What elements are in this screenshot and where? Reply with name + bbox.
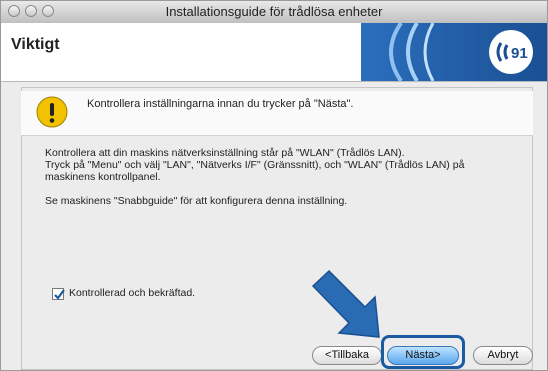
page-title: Viktigt (11, 36, 60, 53)
instructions: Kontrollera att din maskins nätverksinst… (45, 147, 515, 207)
instruction-line-2: Tryck på "Menu" och välj "LAN", "Nätverk… (45, 159, 465, 171)
page-header: Viktigt 91 (1, 23, 547, 82)
warning-text: Kontrollera inställningarna innan du try… (87, 98, 354, 110)
installer-window: Installationsguide för trådlösa enheter … (0, 0, 548, 371)
warning-icon (36, 96, 68, 128)
confirmed-checkbox[interactable] (52, 288, 65, 300)
instruction-line-1: Kontrollera att din maskins nätverksinst… (45, 147, 405, 159)
confirmed-checkbox-label[interactable]: Kontrollerad och bekräftad. (69, 287, 195, 299)
title-bar: Installationsguide för trådlösa enheter (1, 1, 547, 24)
svg-text:91: 91 (511, 45, 528, 62)
instruction-line-3: maskinens kontrollpanel. (45, 171, 161, 183)
checkmark-icon (54, 289, 65, 300)
wireless-icon: 91 (361, 23, 547, 81)
cancel-button[interactable]: Avbryt (473, 346, 533, 365)
window-title: Installationsguide för trådlösa enheter (165, 4, 383, 19)
instruction-note: Se maskinens "Snabbguide" för att konfig… (45, 195, 348, 207)
back-button[interactable]: <Tillbaka (312, 346, 382, 365)
next-button[interactable]: Nästa> (387, 346, 459, 365)
